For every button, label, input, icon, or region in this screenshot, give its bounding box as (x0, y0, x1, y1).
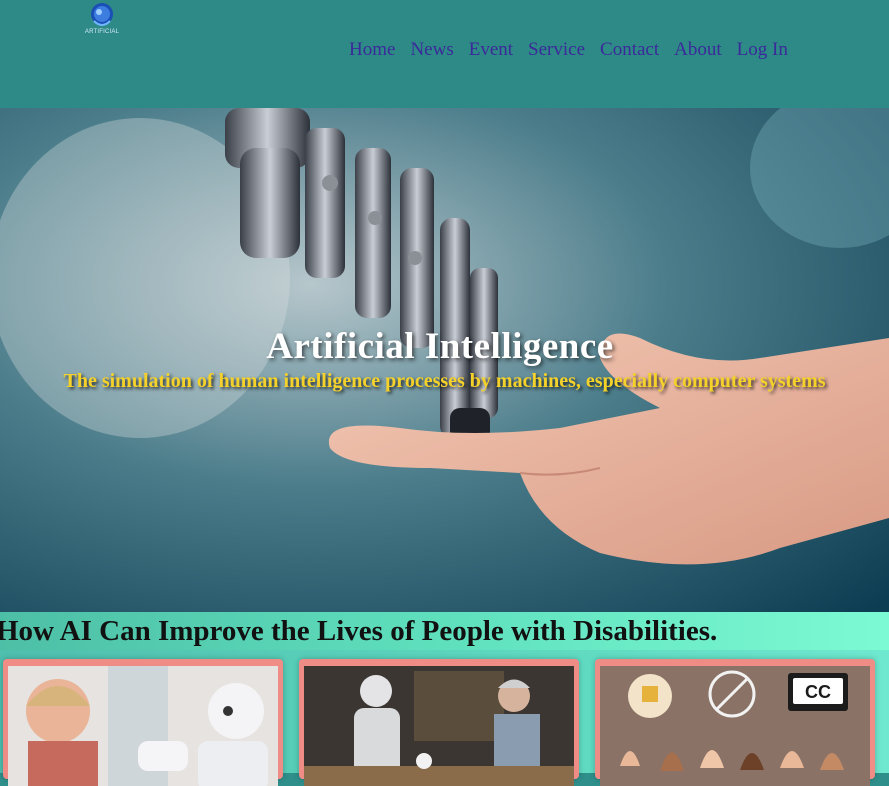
card-2[interactable] (299, 659, 579, 786)
card-1-image (8, 666, 278, 786)
hero-title: Artificial Intelligence (266, 326, 614, 367)
nav-event[interactable]: Event (469, 38, 513, 62)
card-3[interactable]: CC (595, 659, 875, 786)
nav-login[interactable]: Log In (737, 38, 788, 62)
nav-news[interactable]: News (410, 38, 453, 62)
svg-text:CC: CC (805, 682, 831, 702)
card-1[interactable] (3, 659, 283, 786)
site-logo[interactable]: ARTIFICIAL (84, 1, 120, 39)
nav-service[interactable]: Service (528, 38, 585, 62)
nav-about[interactable]: About (674, 38, 722, 62)
card-2-image (304, 666, 574, 786)
logo-text: ARTIFICIAL (84, 29, 120, 35)
site-header: ARTIFICIAL Home News Event Service Conta… (0, 0, 889, 108)
section-header: How AI Can Improve the Lives of People w… (0, 612, 889, 650)
nav-home[interactable]: Home (349, 38, 395, 62)
hero-banner: Artificial Intelligence The simulation o… (0, 108, 889, 612)
card-row: CC (0, 650, 889, 786)
main-nav: Home News Event Service Contact About Lo… (349, 38, 803, 62)
section-title: How AI Can Improve the Lives of People w… (0, 615, 718, 647)
nav-contact[interactable]: Contact (600, 38, 659, 62)
card-3-image: CC (600, 666, 870, 786)
hero-subtitle: The simulation of human intelligence pro… (63, 370, 826, 392)
robot-head-icon (91, 3, 113, 26)
